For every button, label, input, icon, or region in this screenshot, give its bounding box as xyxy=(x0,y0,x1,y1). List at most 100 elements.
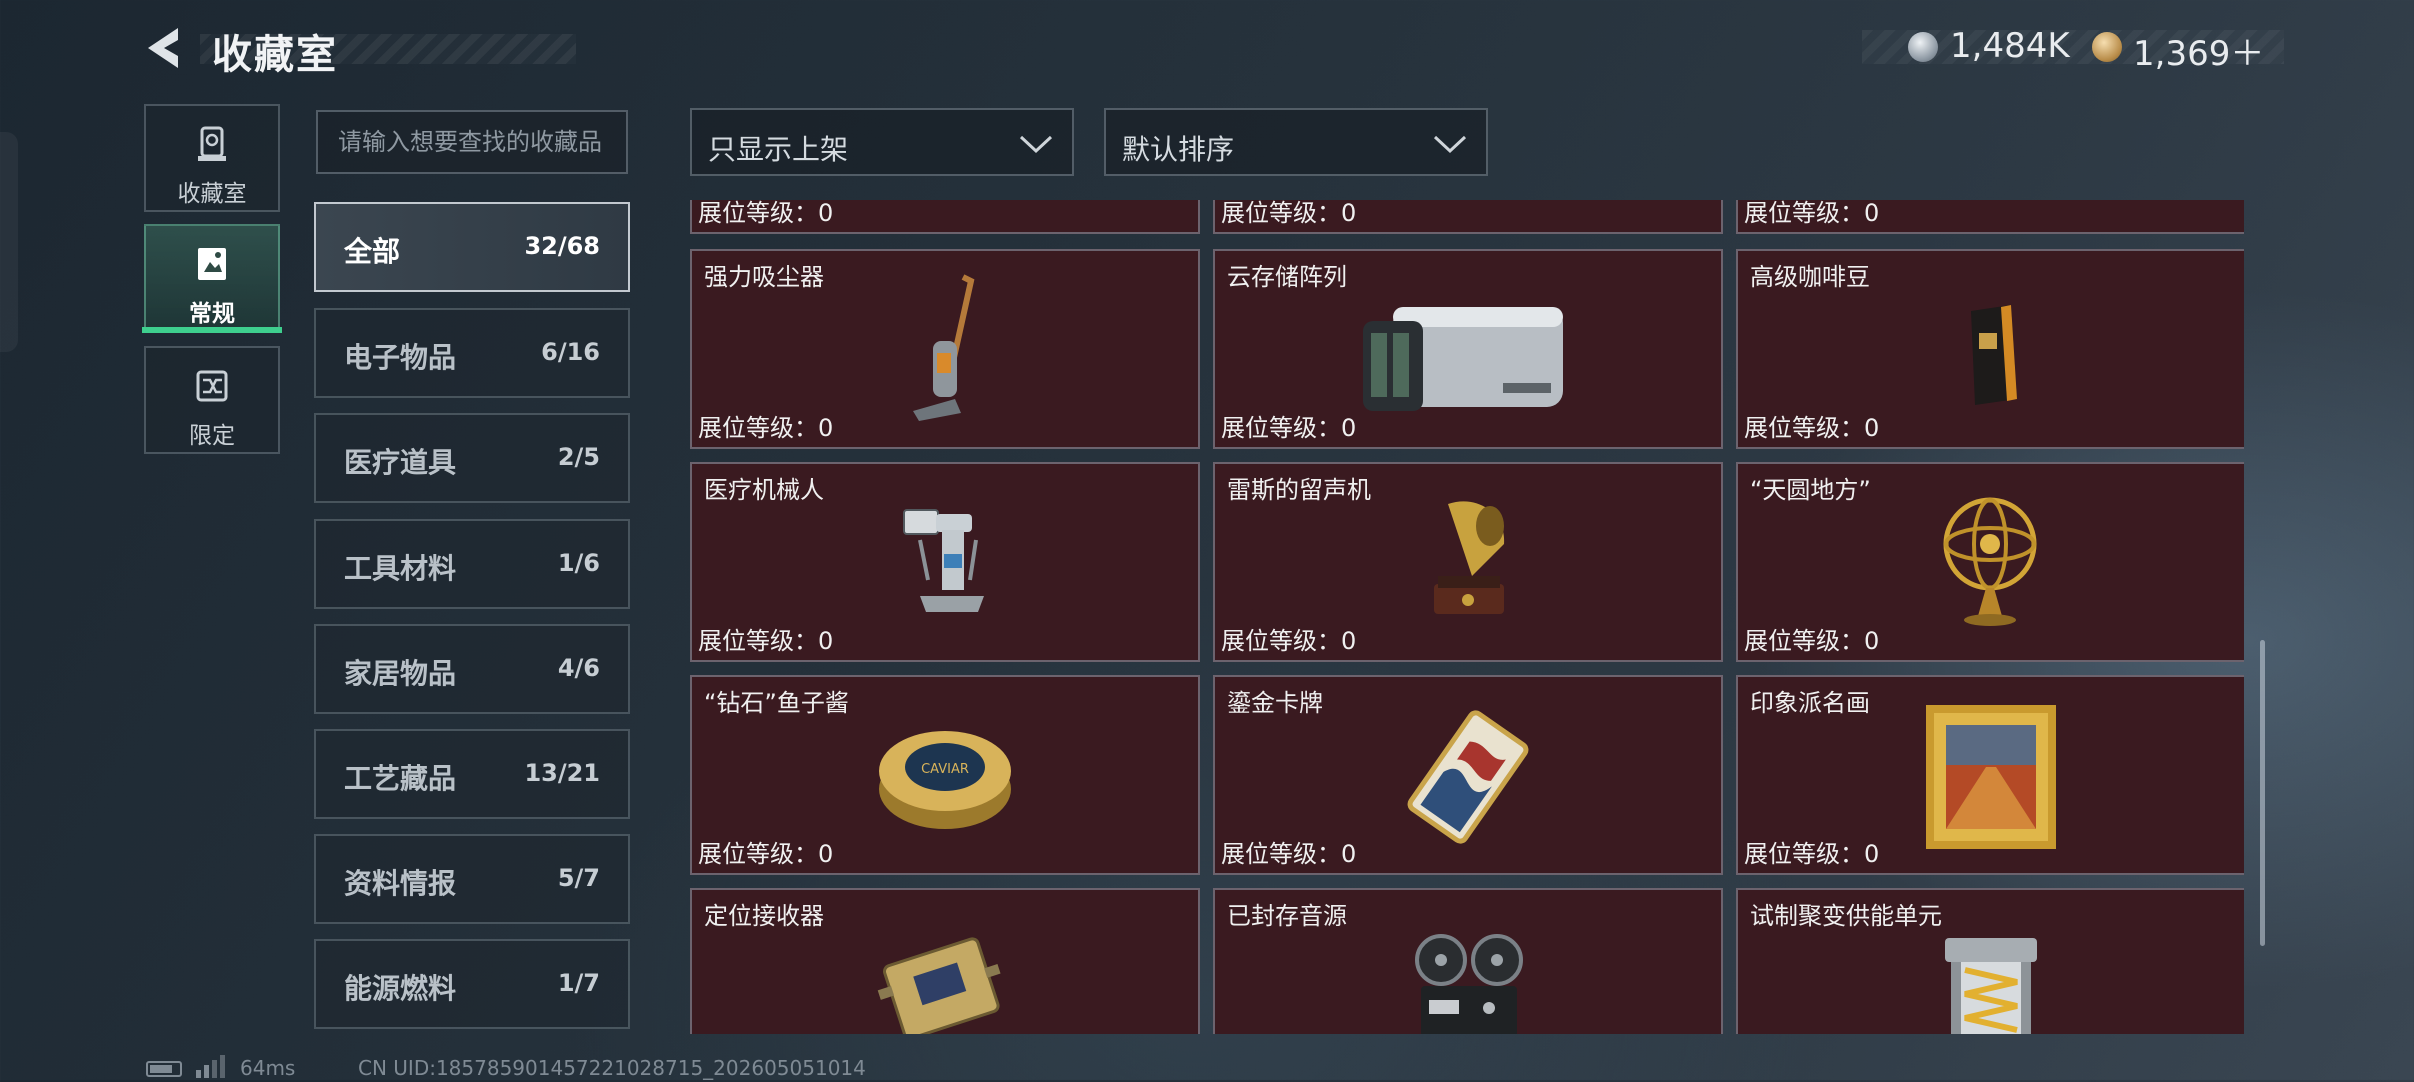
nav-label: 常规 xyxy=(189,301,235,327)
item-name: 鎏金卡牌 xyxy=(1227,689,1323,717)
category-name: 工具材料 xyxy=(344,552,457,585)
item-name: 医疗机械人 xyxy=(704,476,824,504)
category-energy[interactable]: 能源燃料 1/7 xyxy=(314,939,630,1029)
category-count: 32/68 xyxy=(524,232,600,260)
shelf-level: 展位等级：0 xyxy=(1744,414,1880,442)
category-name: 工艺藏品 xyxy=(344,762,457,795)
active-nav-indicator xyxy=(142,327,282,333)
collection-card[interactable]: 定位接收器 xyxy=(690,888,1200,1034)
category-name: 家居物品 xyxy=(344,657,457,690)
collection-card[interactable]: 高级咖啡豆 展位等级：0 xyxy=(1736,249,2244,449)
collection-card[interactable]: 展位等级：0 xyxy=(1213,200,1723,234)
category-count: 4/6 xyxy=(557,654,600,682)
nav-label: 收藏室 xyxy=(177,181,247,207)
shelf-level: 展位等级：0 xyxy=(698,627,834,655)
category-name: 能源燃料 xyxy=(344,972,457,1005)
medical-robot-icon xyxy=(903,509,984,612)
collection-search-input[interactable] xyxy=(316,110,628,174)
reel-recorder-icon xyxy=(1415,934,1523,1034)
nav-collection-room[interactable]: 收藏室 xyxy=(144,104,280,212)
sort-dropdown[interactable]: 默认排序 xyxy=(1104,108,1488,176)
category-count: 6/16 xyxy=(541,338,600,366)
collection-card[interactable]: “钻石”鱼子酱 CAVIAR 展位等级：0 xyxy=(690,675,1200,875)
category-name: 全部 xyxy=(344,235,401,268)
server-icon xyxy=(1363,307,1563,411)
gilded-card-icon xyxy=(1407,710,1529,844)
item-name: 云存储阵列 xyxy=(1227,263,1347,291)
category-household[interactable]: 家居物品 4/6 xyxy=(314,624,630,714)
collection-card[interactable]: 印象派名画 展位等级：0 xyxy=(1736,675,2244,875)
signal-icon xyxy=(194,1054,226,1078)
dropdown-value: 默认排序 xyxy=(1122,133,1235,166)
item-name: 已封存音源 xyxy=(1227,902,1347,930)
shuffle-icon xyxy=(192,366,232,406)
nav-limited[interactable]: 限定 xyxy=(144,346,280,454)
collection-card[interactable]: 试制聚变供能单元 xyxy=(1736,888,2244,1034)
collection-card[interactable]: 云存储阵列 展位等级：0 xyxy=(1213,249,1723,449)
coffee-bag-icon xyxy=(1971,305,2017,405)
collection-card[interactable]: 雷斯的留声机 展位等级：0 xyxy=(1213,462,1723,662)
gold-coin-icon xyxy=(2092,32,2122,62)
chevron-down-icon xyxy=(1019,135,1053,154)
category-electronics[interactable]: 电子物品 6/16 xyxy=(314,308,630,398)
armillary-sphere-icon xyxy=(1943,497,2037,626)
fusion-cell-icon xyxy=(1945,938,2037,1034)
category-tools[interactable]: 工具材料 1/6 xyxy=(314,519,630,609)
item-name: “钻石”鱼子酱 xyxy=(704,689,849,717)
collection-card[interactable]: 已封存音源 xyxy=(1213,888,1723,1034)
item-name: 印象派名画 xyxy=(1750,689,1870,717)
collection-card[interactable]: 展位等级：0 xyxy=(1736,200,2244,234)
user-uid: CN UID:18578590145722102871​5_2026050510… xyxy=(358,1056,866,1080)
category-crafts[interactable]: 工艺藏品 13/21 xyxy=(314,729,630,819)
shelf-level: 展位等级：0 xyxy=(1744,840,1880,868)
category-name: 电子物品 xyxy=(344,341,457,374)
shelf-level: 展位等级：0 xyxy=(1221,414,1357,442)
category-count: 1/7 xyxy=(557,969,600,997)
tin-label: CAVIAR xyxy=(921,762,969,777)
shelf-level: 展位等级：0 xyxy=(1221,200,1357,227)
item-name: 定位接收器 xyxy=(704,902,824,930)
dropdown-value: 只显示上架 xyxy=(708,133,849,166)
ping-readout: 64ms xyxy=(240,1056,296,1080)
shelf-level: 展位等级：0 xyxy=(1221,840,1357,868)
category-all[interactable]: 全部 32/68 xyxy=(314,202,630,292)
gold-currency-amount[interactable]: 1,369＋ xyxy=(2133,26,2264,75)
gramophone-icon xyxy=(1434,501,1505,614)
collection-card[interactable]: 鎏金卡牌 展位等级：0 xyxy=(1213,675,1723,875)
page-title: 收藏室 xyxy=(212,32,338,78)
shelf-level: 展位等级：0 xyxy=(1221,627,1357,655)
nav-label: 限定 xyxy=(189,423,235,449)
collection-card[interactable]: “天圆地方” 展位等级：0 xyxy=(1736,462,2244,662)
grid-scrollbar[interactable] xyxy=(2260,640,2265,946)
category-count: 13/21 xyxy=(524,759,600,787)
battery-icon xyxy=(146,1061,182,1077)
category-medical[interactable]: 医疗道具 2/5 xyxy=(314,413,630,503)
category-name: 医疗道具 xyxy=(344,446,457,479)
item-name: “天圆地方” xyxy=(1750,476,1871,504)
category-count: 5/7 xyxy=(557,864,600,892)
category-count: 2/5 xyxy=(557,443,600,471)
shelf-level: 展位等级：0 xyxy=(698,414,834,442)
card-icon xyxy=(192,244,232,284)
painting-icon xyxy=(1926,705,2056,849)
receiver-icon xyxy=(877,937,1001,1034)
back-arrow-icon[interactable] xyxy=(138,22,190,74)
nav-regular[interactable]: 常规 xyxy=(144,224,280,332)
shelf-level: 展位等级：0 xyxy=(698,200,834,227)
trophy-icon xyxy=(192,124,232,164)
silver-currency-amount: 1,484K xyxy=(1950,26,2070,66)
shelf-filter-dropdown[interactable]: 只显示上架 xyxy=(690,108,1074,176)
shelf-level: 展位等级：0 xyxy=(698,840,834,868)
collection-card[interactable]: 强力吸尘器 展位等级：0 xyxy=(690,249,1200,449)
category-intel[interactable]: 资料情报 5/7 xyxy=(314,834,630,924)
collection-card[interactable]: 展位等级：0 xyxy=(690,200,1200,234)
collection-card[interactable]: 医疗机械人 展位等级：0 xyxy=(690,462,1200,662)
category-name: 资料情报 xyxy=(344,867,457,900)
collection-grid[interactable]: 展位等级：0 展位等级：0 展位等级：0 强力吸尘器 展位等级：0 云存储阵列 … xyxy=(688,200,2244,1034)
category-count: 1/6 xyxy=(557,549,600,577)
item-name: 试制聚变供能单元 xyxy=(1750,902,1942,930)
shelf-level: 展位等级：0 xyxy=(1744,200,1880,227)
side-drawer-handle[interactable] xyxy=(0,132,18,352)
caviar-tin-icon: CAVIAR xyxy=(879,731,1011,829)
vacuum-icon xyxy=(913,274,975,421)
